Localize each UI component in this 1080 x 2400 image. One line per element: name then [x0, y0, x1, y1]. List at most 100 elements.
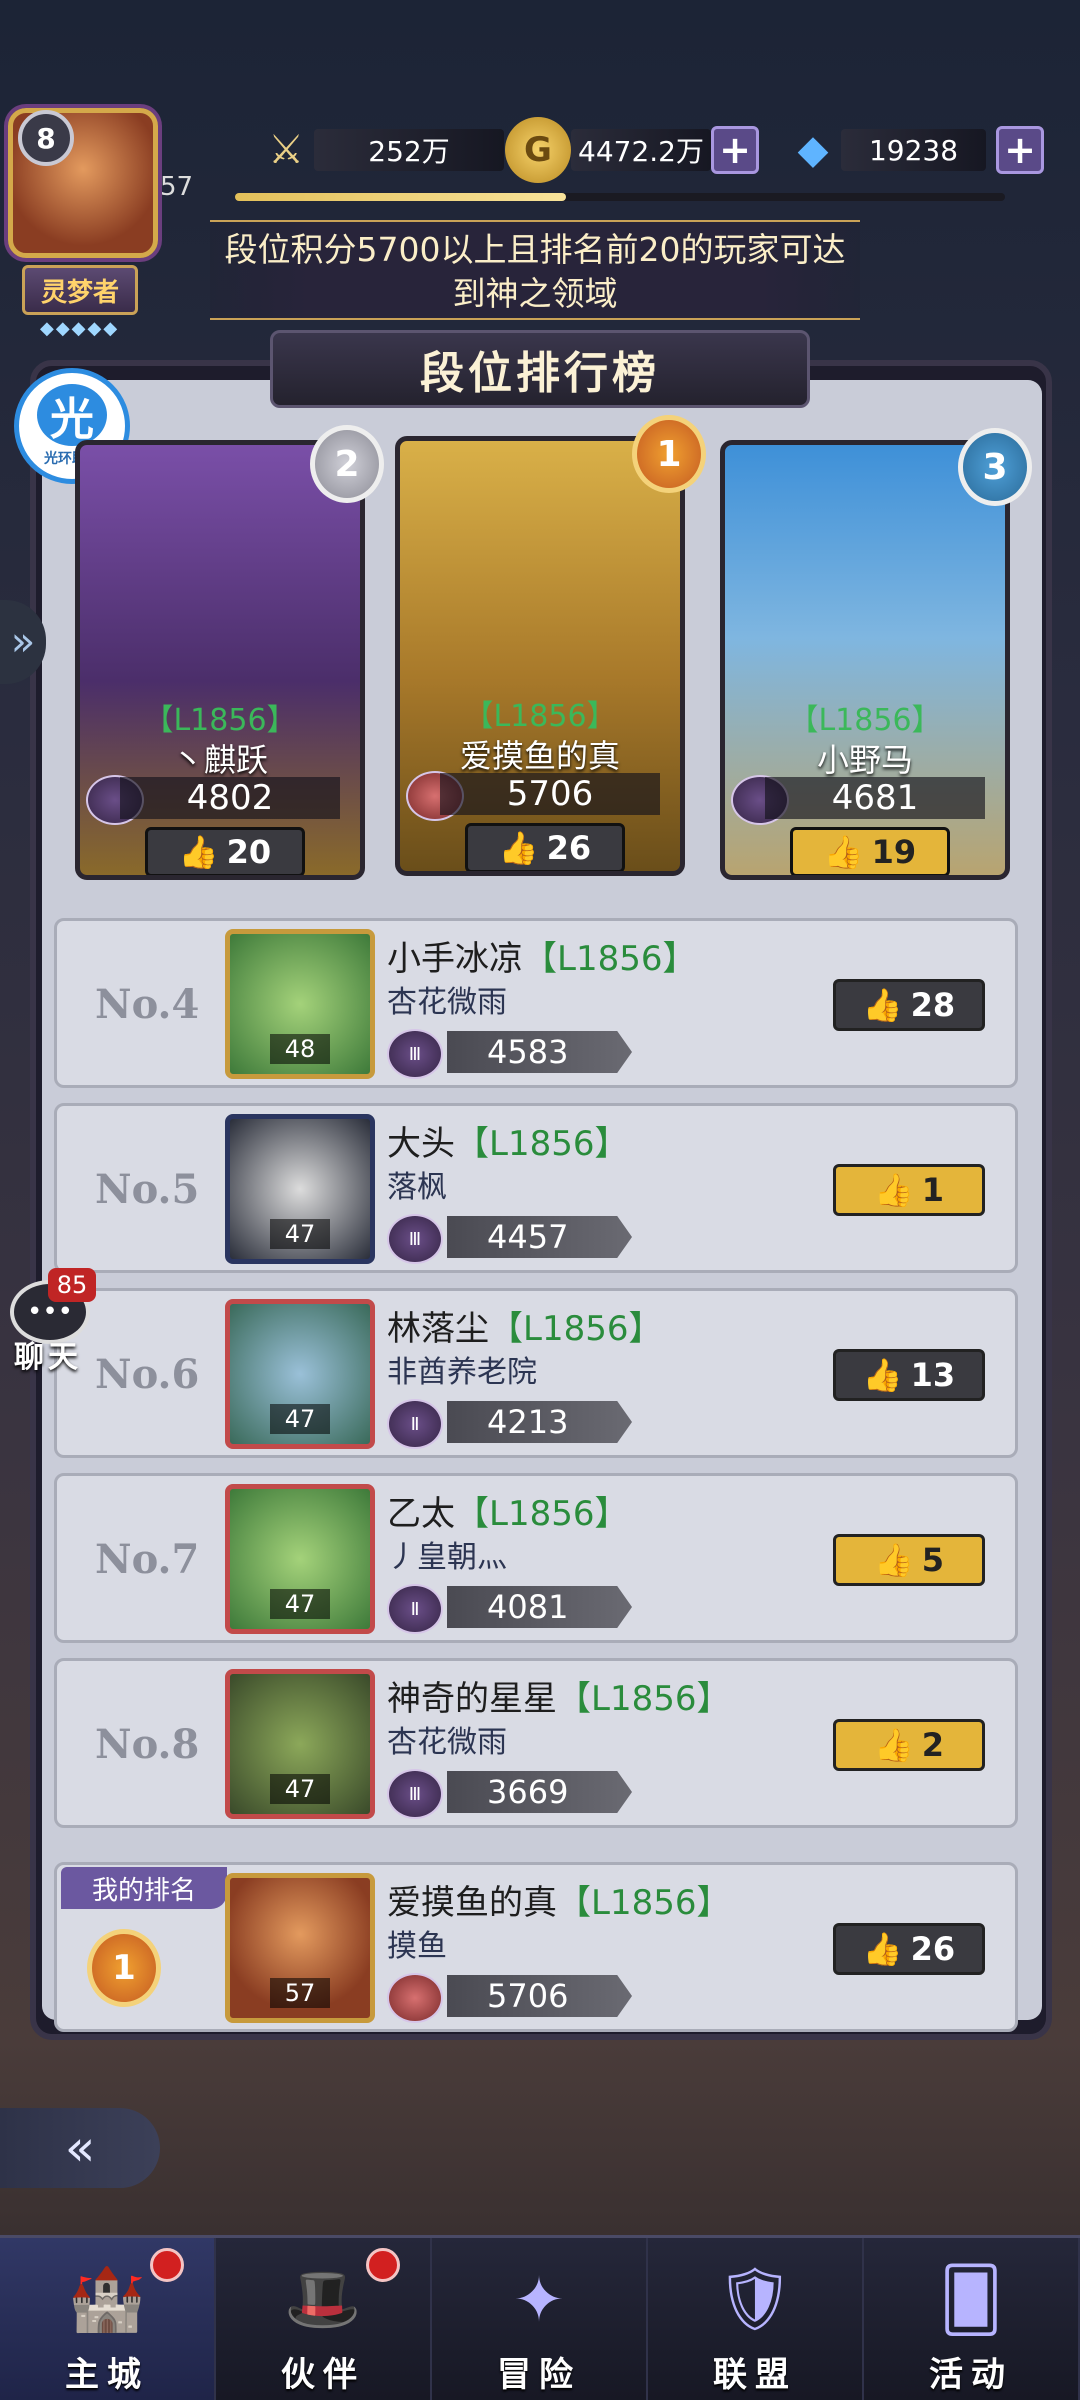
gem-value: 19238: [841, 129, 986, 171]
score: 4457: [447, 1216, 632, 1258]
thumbs-up-icon: 👍: [873, 1726, 914, 1764]
panel-title: 段位排行榜: [270, 330, 810, 408]
guild-name: 摸鱼: [387, 1929, 447, 1964]
nav-label: 冒险: [497, 2355, 581, 2395]
podium-level: 【L1856】: [143, 703, 297, 738]
thumbs-up-icon: 👍: [862, 986, 903, 1024]
nav-label: 主城: [65, 2355, 149, 2395]
podium-rank-1[interactable]: 【L1856】 爱摸鱼的真 5706 👍 26: [395, 436, 685, 876]
gold-coin-icon: G: [505, 117, 571, 183]
podium-name: 小野马: [816, 741, 913, 779]
nav-partner[interactable]: 🎩 伙伴: [216, 2238, 432, 2400]
gem-resource: ◆ 19238 +: [785, 125, 1044, 175]
table-row[interactable]: No.6 47 林落尘【L1856】 非酋养老院 Ⅱ 4213 👍 13: [54, 1288, 1018, 1458]
player-name: 小手冰凉【L1856】: [387, 939, 697, 979]
rank-number: No.6: [95, 1351, 200, 1398]
power-value: 252万: [314, 129, 504, 171]
nav-events[interactable]: 🂠 活动: [864, 2238, 1080, 2400]
like-button[interactable]: 👍 26: [833, 1923, 985, 1975]
avatar[interactable]: 47: [225, 1299, 375, 1449]
thumbs-up-icon: 👍: [873, 1171, 914, 1209]
light-helper-icon: 光: [37, 384, 107, 446]
castle-icon: 🏰: [68, 2262, 146, 2335]
exp-bar: [235, 193, 1005, 201]
like-button[interactable]: 👍 20: [145, 827, 305, 875]
podium-score: 5706: [440, 773, 660, 815]
thumbs-up-icon: 👍: [498, 829, 539, 867]
guild-name: 丿皇朝灬: [387, 1540, 507, 1575]
add-gold-button[interactable]: +: [711, 126, 759, 174]
like-count: 19: [871, 833, 917, 871]
rank-tier-icon: Ⅲ: [387, 1769, 443, 1819]
add-gem-button[interactable]: +: [996, 126, 1044, 174]
rank-tier-icon: Ⅲ: [387, 1029, 443, 1079]
back-button[interactable]: «: [0, 2108, 160, 2188]
avatar[interactable]: 48: [225, 929, 375, 1079]
guild-name: 非酋养老院: [387, 1355, 537, 1390]
avatar[interactable]: 57: [225, 1873, 375, 2023]
avatar[interactable]: 47: [225, 1484, 375, 1634]
podium-level: 【L1856】: [788, 703, 942, 738]
table-row[interactable]: No.5 47 大头【L1856】 落枫 Ⅲ 4457 👍 1: [54, 1103, 1018, 1273]
nav-alliance[interactable]: 🛡 联盟: [648, 2238, 864, 2400]
podium-score: 4802: [120, 777, 340, 819]
compass-icon: ✦: [513, 2262, 565, 2336]
gold-value: 4472.2万: [571, 129, 711, 171]
player-name: 爱摸鱼的真【L1856】: [387, 1883, 731, 1923]
avatar-level: 57: [270, 1978, 330, 2008]
like-button[interactable]: 👍 2: [833, 1719, 985, 1771]
cards-icon: 🂠: [939, 2262, 1003, 2336]
chat-button[interactable]: ••• 85 聊天: [4, 1268, 96, 1375]
thumbs-up-icon: 👍: [862, 1930, 903, 1968]
like-count: 5: [921, 1541, 945, 1579]
like-button[interactable]: 👍 1: [833, 1164, 985, 1216]
sword-icon: ⚔: [268, 127, 304, 173]
table-row[interactable]: No.4 48 小手冰凉【L1856】 杏花微雨 Ⅲ 4583 👍 28: [54, 918, 1018, 1088]
exp-bar-fill: [235, 193, 567, 201]
like-count: 26: [546, 829, 592, 867]
avatar[interactable]: 47: [225, 1669, 375, 1819]
my-rank-tag: 我的排名: [61, 1867, 227, 1909]
bottom-nav: 🏰 主城 🎩 伙伴 ✦ 冒险 🛡 联盟 🂠 活动: [0, 2235, 1080, 2400]
guild-name: 杏花微雨: [387, 985, 507, 1020]
thumbs-up-icon: 👍: [862, 1356, 903, 1394]
podium-rank-3[interactable]: 【L1856】 小野马 4681 👍 19: [720, 440, 1010, 880]
like-button[interactable]: 👍 26: [465, 823, 625, 871]
rank-notice: 段位积分5700以上且排名前20的玩家可达到神之领域: [210, 220, 860, 320]
like-button[interactable]: 👍 5: [833, 1534, 985, 1586]
player-title: 灵梦者: [22, 265, 138, 315]
shield-icon: 🛡: [715, 2262, 795, 2335]
nav-adventure[interactable]: ✦ 冒险: [432, 2238, 648, 2400]
score: 4081: [447, 1586, 632, 1628]
title-stars: ◆◆◆◆◆: [40, 318, 120, 339]
my-rank-row[interactable]: 我的排名 1 57 爱摸鱼的真【L1856】 摸鱼 5706 👍 26: [54, 1862, 1018, 2032]
like-count: 26: [910, 1930, 956, 1968]
nav-label: 联盟: [713, 2355, 797, 2395]
gold-resource: G 4472.2万 +: [505, 117, 759, 183]
player-name: 乙太【L1856】: [387, 1494, 629, 1534]
avatar-level: 48: [270, 1034, 330, 1064]
silver-medal-icon: 2: [310, 425, 384, 503]
like-button[interactable]: 👍 28: [833, 979, 985, 1031]
score: 5706: [447, 1975, 632, 2017]
rank-tier-icon: Ⅲ: [387, 1214, 443, 1264]
nav-main-city[interactable]: 🏰 主城: [0, 2238, 216, 2400]
like-button[interactable]: 👍 19: [790, 827, 950, 875]
nav-label: 伙伴: [281, 2355, 365, 2395]
rank-tier-icon: [387, 1973, 443, 2023]
avatar-level: 47: [270, 1774, 330, 1804]
avatar[interactable]: 47: [225, 1114, 375, 1264]
podium-name: 爱摸鱼的真: [459, 737, 620, 775]
podium-rank-2[interactable]: 【L1856】 丶麒跃 4802 👍 20: [75, 440, 365, 880]
like-button[interactable]: 👍 13: [833, 1349, 985, 1401]
rank-number: No.4: [95, 981, 200, 1028]
table-row[interactable]: No.7 47 乙太【L1856】 丿皇朝灬 Ⅱ 4081 👍 5: [54, 1473, 1018, 1643]
gold-medal-icon: 1: [87, 1929, 161, 2007]
player-exp-level: 57: [160, 172, 194, 202]
guild-name: 落枫: [387, 1170, 447, 1205]
like-count: 1: [921, 1171, 945, 1209]
avatar-level: 47: [270, 1219, 330, 1249]
table-row[interactable]: No.8 47 神奇的星星【L1856】 杏花微雨 Ⅲ 3669 👍 2: [54, 1658, 1018, 1828]
rank-number: No.7: [95, 1536, 200, 1583]
thumbs-up-icon: 👍: [873, 1541, 914, 1579]
